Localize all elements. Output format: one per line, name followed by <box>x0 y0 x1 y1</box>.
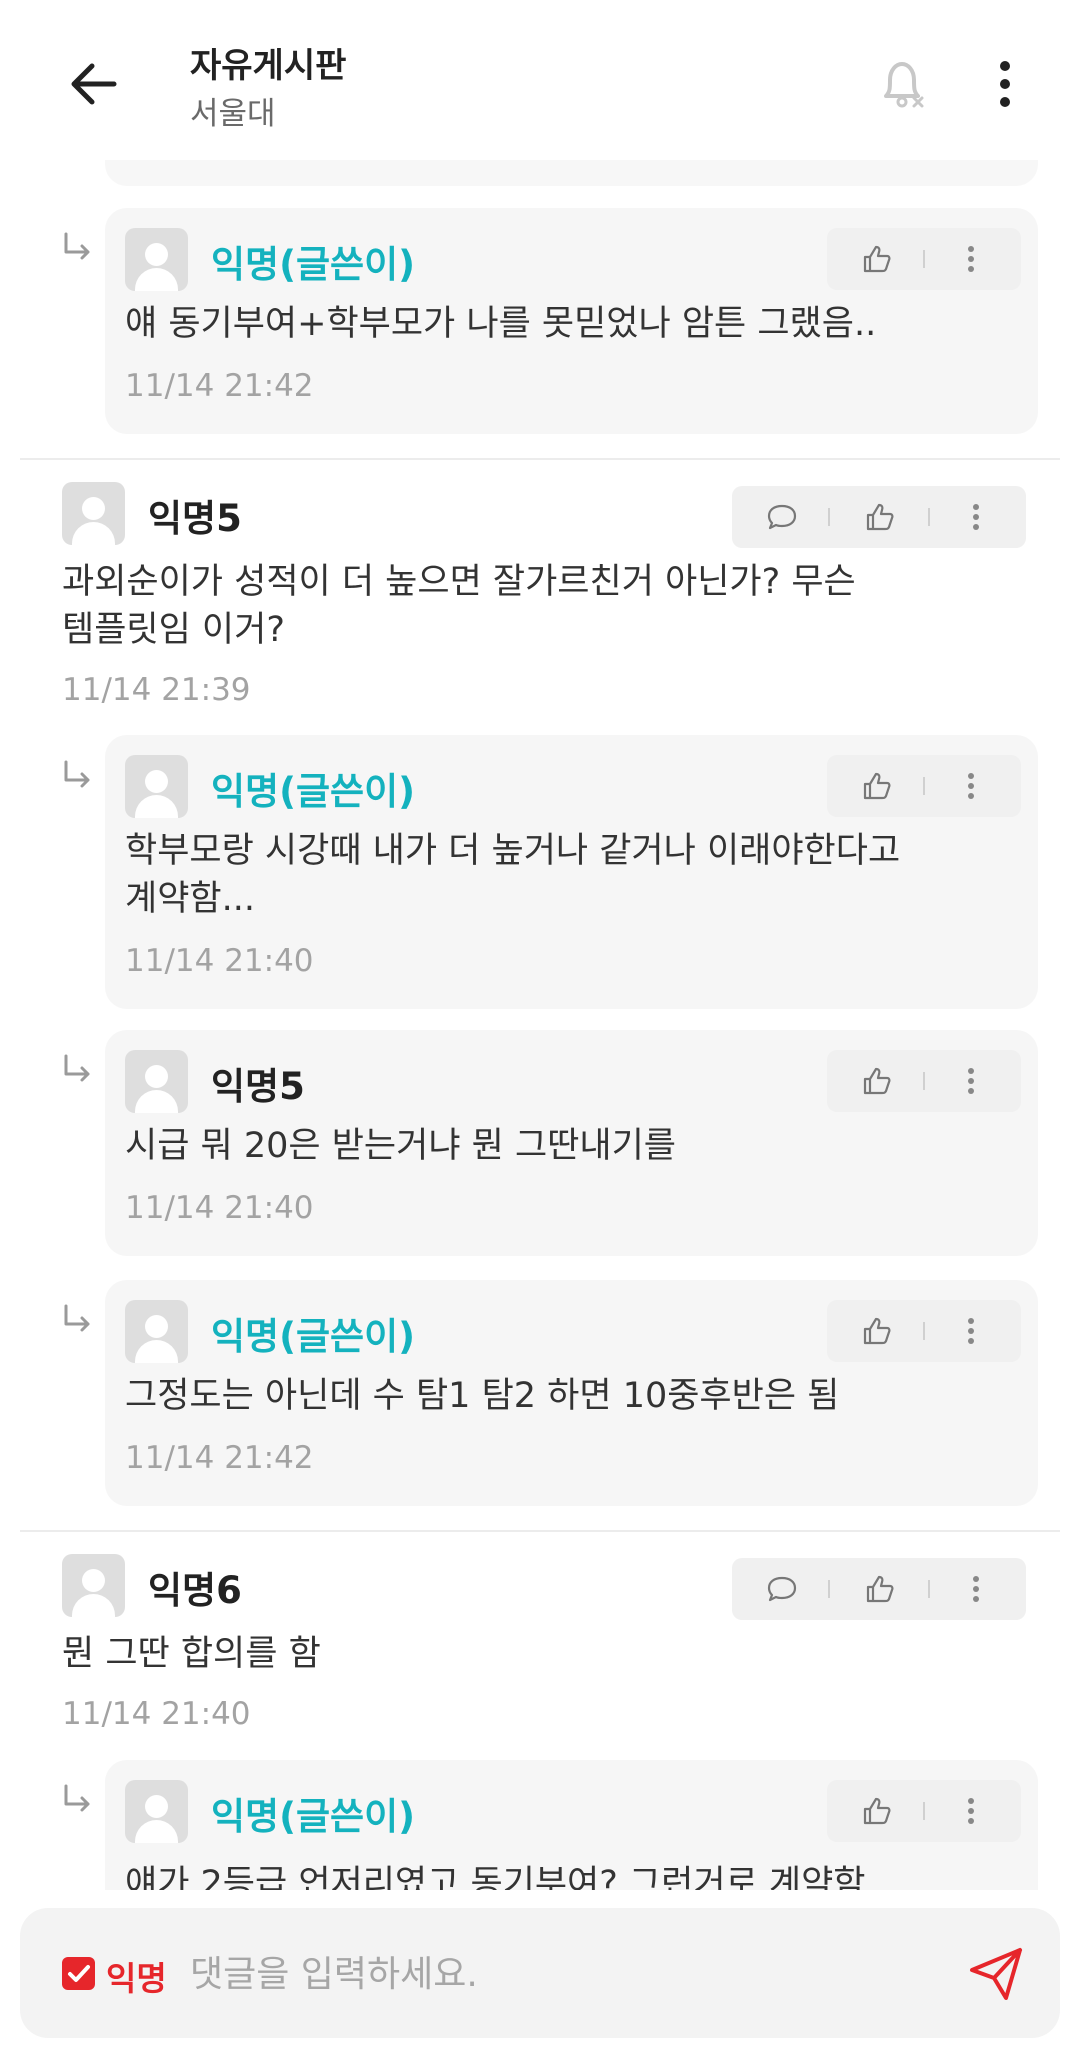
reply-arrow-icon <box>64 760 90 788</box>
comment-time: 11/14 21:40 <box>62 1696 251 1732</box>
avatar <box>125 755 188 818</box>
comment-actions <box>732 1558 1026 1620</box>
reply-button[interactable] <box>752 486 812 548</box>
app-header: 자유게시판 서울대 <box>0 0 1080 160</box>
avatar <box>125 1780 188 1843</box>
more-vertical-icon <box>968 773 974 799</box>
comment-more-button[interactable] <box>941 755 1001 817</box>
comment-text: 얘 동기부여+학부모가 나를 못믿었나 암튼 그랬음.. <box>125 304 877 344</box>
thumbs-up-icon <box>863 1317 891 1345</box>
comment-text: 그정도는 아닌데 수 탐1 탐2 하면 10중후반은 됨 <box>125 1376 840 1416</box>
comment-text: 계약함... <box>125 879 255 919</box>
more-options-button[interactable] <box>985 52 1025 116</box>
comment-more-button[interactable] <box>946 486 1006 548</box>
more-vertical-icon <box>968 1068 974 1094</box>
comment-time: 11/14 21:40 <box>125 1190 314 1226</box>
comment-author: 익명(글쓴이) <box>211 770 416 813</box>
more-vertical-icon <box>1000 61 1010 107</box>
more-vertical-icon <box>968 1798 974 1824</box>
avatar <box>62 1554 125 1617</box>
like-button[interactable] <box>847 1300 907 1362</box>
comment-text: 템플릿임 이거? <box>62 610 285 650</box>
more-vertical-icon <box>973 1576 979 1602</box>
comment-more-button[interactable] <box>941 1050 1001 1112</box>
avatar <box>125 228 188 291</box>
comment-text: 학부모랑 시강때 내가 더 높거나 같거나 이래야한다고 <box>125 831 901 871</box>
thumbs-up-icon <box>863 1797 891 1825</box>
anonymous-label[interactable]: 익명 <box>106 1952 167 2000</box>
anonymous-checkbox[interactable] <box>62 1957 95 1990</box>
comment-author: 익명5 <box>211 1065 305 1108</box>
comment-text: 얘가 2등급 언저리였고 동기부여? 그런거로 계약함 <box>125 1864 866 1890</box>
thumbs-up-icon <box>863 772 891 800</box>
comment-actions <box>732 486 1026 548</box>
comment-more-button[interactable] <box>946 1558 1006 1620</box>
comment-author: 익명(글쓴이) <box>211 1315 416 1358</box>
comment-time: 11/14 21:40 <box>125 943 314 979</box>
notification-toggle-button[interactable] <box>870 52 934 116</box>
thumbs-up-icon <box>863 1067 891 1095</box>
send-button[interactable] <box>966 1946 1026 2002</box>
reply-comment: 익명(글쓴이) 얘가 2등급 언저리였고 동기부여? 그런거로 계약함 <box>105 1760 1038 1890</box>
more-vertical-icon <box>968 1318 974 1344</box>
comment-actions <box>827 755 1021 817</box>
comment-actions <box>827 1050 1021 1112</box>
reply-comment: 익명(글쓴이) 얘 동기부여+학부모가 나를 못믿었나 암튼 그랬음.. 11/… <box>105 208 1038 434</box>
thumbs-up-icon <box>866 503 894 531</box>
avatar <box>125 1050 188 1113</box>
thumbs-up-icon <box>866 1575 894 1603</box>
speech-bubble-icon <box>767 1576 797 1602</box>
comment-actions <box>827 228 1021 290</box>
comment-time: 11/14 21:42 <box>125 1440 314 1476</box>
comment-time: 11/14 21:42 <box>125 368 314 404</box>
comment-more-button[interactable] <box>941 1300 1001 1362</box>
comment-author: 익명(글쓴이) <box>211 1795 416 1838</box>
thumbs-up-icon <box>863 245 891 273</box>
reply-arrow-icon <box>64 232 90 260</box>
comment-author: 익명5 <box>148 497 242 540</box>
school-name: 서울대 <box>190 96 276 132</box>
like-button[interactable] <box>847 1050 907 1112</box>
reply-comment: 익명(글쓴이) 그정도는 아닌데 수 탐1 탐2 하면 10중후반은 됨 11/… <box>105 1280 1038 1506</box>
reply-button[interactable] <box>752 1558 812 1620</box>
comment-author: 익명(글쓴이) <box>211 243 416 286</box>
bell-off-icon <box>884 62 924 108</box>
comment-text: 뭔 그딴 합의를 함 <box>62 1634 321 1674</box>
like-button[interactable] <box>847 228 907 290</box>
comment-list[interactable]: 익명(글쓴이) 얘 동기부여+학부모가 나를 못믿었나 암튼 그랬음.. 11/… <box>0 150 1080 1890</box>
more-vertical-icon <box>973 504 979 530</box>
like-button[interactable] <box>850 486 910 548</box>
reply-arrow-icon <box>64 1054 90 1082</box>
checkbox-icon <box>68 1965 90 1982</box>
back-button[interactable] <box>62 52 126 116</box>
comment-actions <box>827 1300 1021 1362</box>
comment-text: 시급 뭐 20은 받는거냐 뭔 그딴내기를 <box>125 1126 676 1166</box>
comment-more-button[interactable] <box>941 1780 1001 1842</box>
speech-bubble-icon <box>767 504 797 530</box>
like-button[interactable] <box>847 1780 907 1842</box>
comment-time: 11/14 21:39 <box>62 672 251 708</box>
comment-actions <box>827 1780 1021 1842</box>
reply-comment: 익명5 시급 뭐 20은 받는거냐 뭔 그딴내기를 11/14 21:40 <box>105 1030 1038 1256</box>
back-arrow-icon <box>71 63 117 105</box>
like-button[interactable] <box>850 1558 910 1620</box>
reply-arrow-icon <box>64 1784 90 1812</box>
more-vertical-icon <box>968 246 974 272</box>
comment-input[interactable] <box>190 1944 950 2004</box>
reply-arrow-icon <box>64 1304 90 1332</box>
like-button[interactable] <box>847 755 907 817</box>
comment-text: 과외순이가 성적이 더 높으면 잘가르친거 아닌가? 무슨 <box>62 562 856 602</box>
comment-author: 익명6 <box>148 1569 242 1612</box>
comment-more-button[interactable] <box>941 228 1001 290</box>
board-title: 자유게시판 <box>190 46 347 86</box>
comment-composer: 익명 <box>20 1908 1060 2038</box>
reply-comment: 익명(글쓴이) 학부모랑 시강때 내가 더 높거나 같거나 이래야한다고 계약함… <box>105 735 1038 1009</box>
comment-divider <box>20 458 1060 460</box>
avatar <box>62 482 125 545</box>
avatar <box>125 1300 188 1363</box>
comment-divider <box>20 1530 1060 1532</box>
send-icon <box>970 1948 1022 2000</box>
